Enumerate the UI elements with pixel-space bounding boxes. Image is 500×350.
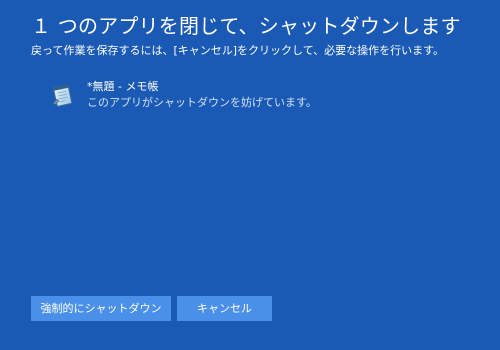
notepad-icon: [50, 82, 76, 108]
page-title: １ つのアプリを閉じて、シャットダウンします: [31, 14, 461, 38]
cancel-button[interactable]: キャンセル: [177, 296, 272, 321]
blocking-app-item: *無題 - メモ帳 このアプリがシャットダウンを妨げています。: [46, 76, 466, 116]
shutdown-blocking-screen: １ つのアプリを閉じて、シャットダウンします 戻って作業を保存するには、[キャン…: [0, 0, 500, 350]
instruction-text: 戻って作業を保存するには、[キャンセル]をクリックして、必要な操作を行います。: [31, 44, 445, 57]
app-name: *無題 - メモ帳: [87, 80, 159, 93]
force-shutdown-button[interactable]: 強制的にシャットダウン: [31, 296, 171, 321]
app-blocking-status: このアプリがシャットダウンを妨げています。: [87, 96, 317, 109]
